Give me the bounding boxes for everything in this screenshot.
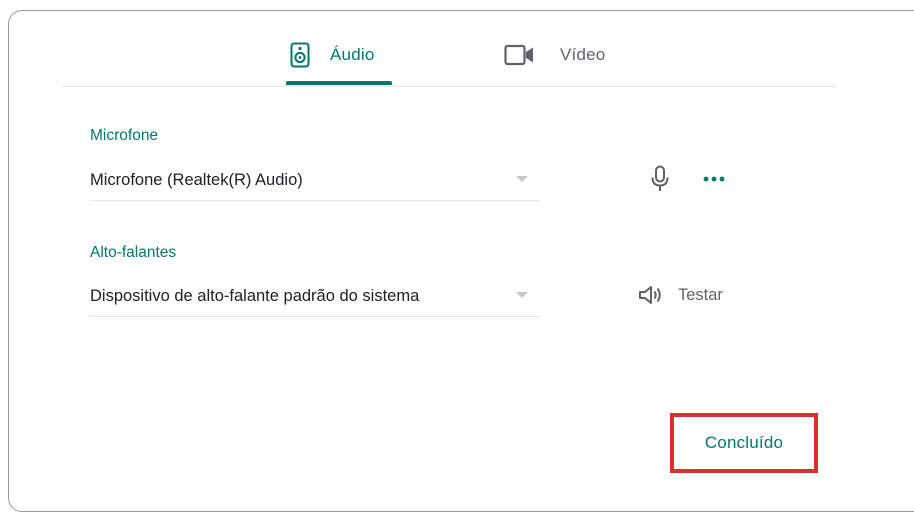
tab-video-label: Vídeo [560, 45, 606, 64]
speaker-icon [290, 42, 310, 68]
tab-video[interactable]: Vídeo [500, 24, 620, 86]
test-speakers-button[interactable]: Testar [638, 280, 723, 310]
video-camera-icon [504, 44, 536, 66]
settings-tabs: Áudio Vídeo [62, 24, 836, 87]
speakers-select-value: Dispositivo de alto-falante padrão do si… [90, 286, 420, 305]
dropdown-arrow-icon [516, 292, 528, 298]
done-highlight-box: Concluído [670, 413, 818, 473]
speakers-select[interactable]: Dispositivo de alto-falante padrão do si… [90, 276, 540, 317]
microphone-section-label: Microfone [90, 127, 159, 144]
microphone-select-value: Microfone (Realtek(R) Audio) [90, 170, 303, 189]
tab-audio[interactable]: Áudio [286, 24, 392, 86]
microphone-select[interactable]: Microfone (Realtek(R) Audio) [90, 160, 540, 201]
test-speakers-label: Testar [678, 285, 723, 304]
done-button[interactable]: Concluído [705, 433, 783, 453]
volume-icon [638, 284, 664, 306]
dropdown-arrow-icon [516, 176, 528, 182]
tab-audio-label: Áudio [330, 45, 375, 64]
speakers-section-label: Alto-falantes [90, 244, 177, 261]
more-options-icon[interactable] [698, 164, 730, 194]
microphone-icon[interactable] [646, 162, 674, 196]
active-tab-indicator [286, 81, 392, 85]
